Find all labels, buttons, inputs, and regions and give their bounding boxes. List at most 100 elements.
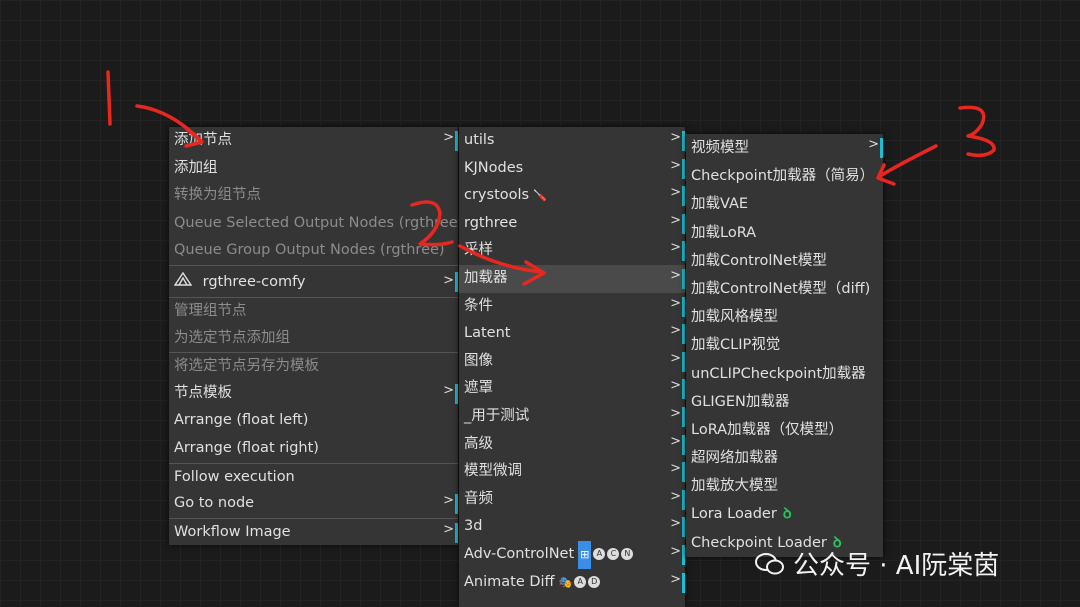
menu-item-arrange-float-right[interactable]: Arrange (float right) (169, 435, 458, 463)
menu-item-model-finetune[interactable]: 模型微调 > (459, 458, 685, 486)
menu-item-label: 加载VAE (691, 196, 749, 213)
menu-item-label: 模型微调 (464, 463, 522, 480)
rgthree-logo-icon (173, 266, 193, 298)
menu-item-label: Adv-ControlNet (464, 545, 575, 562)
menu-item-unclip-checkpoint-loader[interactable]: unCLIPCheckpoint加载器 (686, 360, 883, 388)
menu-item-crystools[interactable]: crystools 🪛 > (459, 182, 685, 210)
menu-item-lora-loader[interactable]: Lora Loader ꝺ (686, 500, 883, 528)
menu-item-label: GLIGEN加载器 (691, 393, 790, 410)
menu-item-3d[interactable]: 3d > (459, 513, 685, 541)
chevron-right-icon: > (670, 157, 681, 173)
menu-item-lora-loader-model-only[interactable]: LoRA加载器（仅模型） (686, 416, 883, 444)
menu-item-label: 加载CLIP视觉 (691, 337, 781, 354)
badge: N (621, 547, 634, 560)
menu-item-label: 将选定节点另存为模板 (174, 358, 319, 375)
submenu-indicator-bar (455, 522, 458, 543)
menu-item-convert-to-group-node: 转换为组节点 (169, 182, 458, 210)
menu-item-load-style-model[interactable]: 加载风格模型 (686, 303, 883, 331)
submenu-indicator-bar (682, 351, 685, 372)
submenu-indicator-bar (682, 158, 685, 179)
menu-item-loaders[interactable]: 加载器 > (459, 264, 685, 293)
menu-item-load-upscale-model[interactable]: 加载放大模型 (686, 472, 883, 500)
theater-masks-icon: 🎭 (558, 575, 573, 589)
menu-item-label: Latent (464, 325, 511, 342)
menu-item-label: 转换为组节点 (174, 187, 261, 204)
menu-item-sampling[interactable]: 采样 > (459, 237, 685, 265)
submenu-indicator-bar (682, 572, 685, 593)
menu-item-conditioning[interactable]: 条件 > (459, 293, 685, 321)
menu-item-go-to-node[interactable]: Go to node > (169, 490, 458, 518)
menu-item-label: 条件 (464, 297, 493, 314)
menu-item-manage-group-nodes: 管理组节点 (169, 296, 458, 325)
menu-item-rgthree[interactable]: rgthree > (459, 210, 685, 238)
submenu-indicator-bar (682, 213, 685, 234)
menu-item-add-group[interactable]: 添加组 (169, 155, 458, 183)
submenu-indicator-bar (682, 268, 685, 289)
menu-item-label: Animate Diff (464, 573, 555, 590)
menu-item-for-testing[interactable]: _用于测试 > (459, 403, 685, 431)
menu-item-add-node[interactable]: 添加节点 > (169, 127, 458, 155)
menu-item-load-lora[interactable]: 加载LoRA (686, 219, 883, 247)
menu-item-label: 添加组 (174, 159, 218, 176)
menu-item-adv-controlnet[interactable]: Adv-ControlNet ⊞ A C N > (459, 540, 685, 569)
menu-item-label: utils (464, 132, 495, 148)
menu-item-queue-selected-output: Queue Selected Output Nodes (rgthree) (169, 210, 463, 238)
menu-item-save-as-template: 将选定节点另存为模板 (169, 352, 458, 380)
menu-item-label: Checkpoint加载器（简易） (691, 168, 875, 185)
puzzle-icon: ⊞ (578, 540, 592, 569)
menu-item-label: 加载放大模型 (691, 478, 778, 495)
menu-item-load-controlnet[interactable]: 加载ControlNet模型 (686, 247, 883, 275)
chevron-right-icon: > (443, 130, 454, 145)
menu-item-queue-group-output: Queue Group Output Nodes (rgthree) (169, 237, 458, 265)
menu-item-hypernetwork-loader[interactable]: 超网络加载器 (686, 444, 883, 472)
submenu-indicator-bar (682, 462, 685, 483)
menu-item-image[interactable]: 图像 > (459, 348, 685, 376)
submenu-indicator-bar (682, 379, 685, 400)
menu-item-load-clip-vision[interactable]: 加载CLIP视觉 (686, 331, 883, 359)
submenu-indicator-bar (682, 186, 685, 207)
submenu-indicator-bar (880, 138, 883, 158)
menu-item-video-models[interactable]: 视频模型 > (686, 134, 883, 162)
menu-item-label: Follow execution (174, 468, 295, 485)
menu-item-workflow-image[interactable]: Workflow Image > (169, 517, 458, 546)
watermark-text: 公众号 · AI阮棠茵 (793, 551, 1000, 581)
menu-item-label: unCLIPCheckpoint加载器 (691, 365, 866, 382)
menu-item-label: Arrange (float right) (174, 439, 319, 456)
menu-item-advanced[interactable]: 高级 > (459, 431, 685, 459)
chevron-right-icon: > (670, 295, 681, 311)
menu-item-follow-execution[interactable]: Follow execution (169, 462, 458, 491)
submenu-indicator-bar (682, 434, 685, 455)
menu-item-label: 为选定节点添加组 (174, 329, 290, 346)
submenu-indicator-bar (455, 271, 458, 292)
menu-item-audio[interactable]: 音频 > (459, 486, 685, 514)
menu-item-checkpoint-loader-simple[interactable]: Checkpoint加载器（简易） (686, 162, 883, 190)
menu-item-latent[interactable]: Latent > (459, 320, 685, 348)
menu-item-label: 采样 (464, 242, 493, 259)
chevron-right-icon: > (443, 272, 454, 288)
menu-item-label: LoRA加载器（仅模型） (691, 421, 844, 438)
submenu-indicator-bar (682, 489, 685, 510)
menu-item-label: KJNodes (464, 159, 524, 176)
menu-item-node-templates[interactable]: 节点模板 > (169, 380, 458, 408)
menu-item-label: rgthree (464, 214, 518, 231)
submenu-indicator-bar (682, 324, 685, 345)
menu-item-arrange-float-left[interactable]: Arrange (float left) (169, 407, 458, 435)
menu-item-label: Queue Selected Output Nodes (rgthree) (174, 214, 464, 231)
menu-item-rgthree-comfy[interactable]: rgthree-comfy > (169, 264, 458, 298)
menu-item-label: Queue Group Output Nodes (rgthree) (174, 242, 445, 259)
chevron-right-icon: > (670, 323, 681, 339)
submenu-indicator-bar (455, 494, 458, 515)
submenu-indicator-bar (455, 131, 458, 151)
menu-item-load-controlnet-diff[interactable]: 加载ControlNet模型（diff) (686, 275, 883, 303)
menu-item-load-vae[interactable]: 加载VAE (686, 190, 883, 218)
menu-item-kjnodes[interactable]: KJNodes > (459, 155, 685, 183)
submenu-indicator-bar (682, 406, 685, 427)
chevron-right-icon: > (670, 378, 681, 394)
menu-item-add-group-for-selected: 为选定节点添加组 (169, 325, 458, 353)
context-menu-main: 添加节点 > 添加组 转换为组节点 Queue Selected Output … (169, 127, 463, 546)
chevron-right-icon: > (443, 521, 454, 537)
menu-item-animate-diff[interactable]: Animate Diff 🎭 A D > (459, 569, 685, 597)
menu-item-utils[interactable]: utils > (459, 127, 685, 155)
menu-item-mask[interactable]: 遮罩 > (459, 375, 685, 403)
menu-item-gligen-loader[interactable]: GLIGEN加载器 (686, 388, 883, 416)
